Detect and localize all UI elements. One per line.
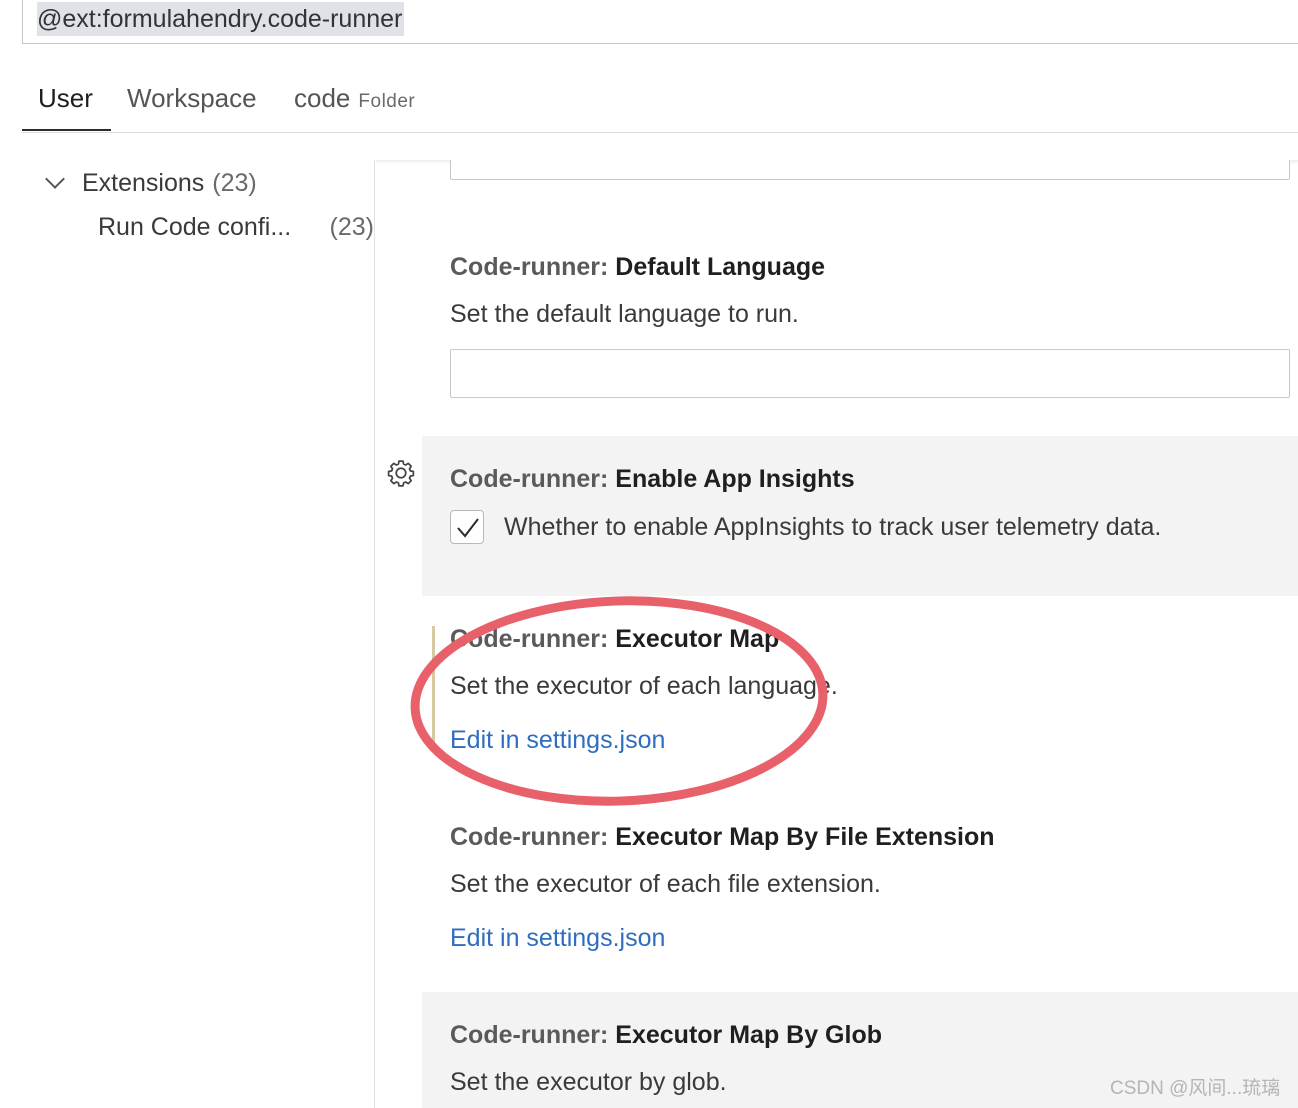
enable-app-insights-checkbox[interactable] (450, 510, 484, 544)
setting-previous-partial (422, 160, 1298, 190)
tab-workspace[interactable]: Workspace (127, 80, 257, 116)
setting-description: Set the executor of each language. (450, 672, 838, 700)
toc-item-label: Run Code confi... (98, 213, 292, 241)
setting-title: Code-runner: Executor Map (450, 622, 779, 656)
setting-executor-map: Code-runner: Executor Map Set the execut… (422, 606, 1298, 796)
toc-group-count: (23) (212, 169, 257, 197)
tab-folder-label: code (294, 83, 351, 113)
setting-category: Code-runner: (450, 625, 609, 653)
settings-search-input[interactable]: @ext:formulahendry.code-runner (22, 0, 1298, 44)
settings-editor: @ext:formulahendry.code-runner User Work… (0, 0, 1298, 1108)
setting-title: Code-runner: Executor Map By File Extens… (450, 820, 995, 854)
active-tab-underline (22, 129, 111, 131)
previous-setting-input[interactable] (450, 160, 1290, 180)
setting-title: Code-runner: Default Language (450, 250, 825, 284)
setting-description: Set the executor by glob. (450, 1068, 727, 1096)
setting-default-language: Code-runner: Default Language Set the de… (422, 236, 1298, 426)
search-query-text: @ext:formulahendry.code-runner (37, 2, 405, 36)
toc-group-extensions[interactable]: Extensions (23) (45, 166, 257, 200)
setting-name: Executor Map (615, 625, 780, 653)
chevron-down-icon (45, 169, 65, 189)
setting-category: Code-runner: (450, 1021, 609, 1049)
setting-name: Default Language (615, 253, 826, 281)
setting-description: Set the executor of each file extension. (450, 870, 881, 898)
tab-folder-code[interactable]: code Folder (294, 80, 415, 120)
setting-title: Code-runner: Enable App Insights (450, 462, 855, 496)
toc-item-run-code-configuration[interactable]: Run Code confi... (23) (98, 210, 374, 244)
gear-icon[interactable] (386, 458, 416, 488)
settings-list[interactable]: Code-runner: Default Language Set the de… (376, 160, 1298, 1108)
tab-folder-sublabel: Folder (358, 91, 416, 112)
setting-title: Code-runner: Executor Map By Glob (450, 1018, 882, 1052)
toc-divider (374, 160, 375, 1108)
setting-name: Enable App Insights (615, 465, 855, 493)
edit-in-settings-json-link[interactable]: Edit in settings.json (450, 921, 665, 955)
checkbox-label: Whether to enable AppInsights to track u… (504, 513, 1162, 541)
tab-user[interactable]: User (38, 80, 93, 116)
settings-toc: Extensions (23) Run Code confi... (23) (22, 160, 374, 1108)
toc-item-count: (23) (329, 213, 374, 241)
toc-group-label: Extensions (82, 169, 205, 197)
setting-description: Set the default language to run. (450, 300, 799, 328)
setting-name: Executor Map By File Extension (615, 823, 995, 851)
modified-indicator (432, 626, 435, 748)
setting-category: Code-runner: (450, 465, 609, 493)
edit-in-settings-json-link[interactable]: Edit in settings.json (450, 723, 665, 757)
setting-executor-map-by-file-extension: Code-runner: Executor Map By File Extens… (422, 804, 1298, 994)
settings-scope-tabs: User Workspace code Folder (22, 70, 1298, 133)
default-language-input[interactable] (450, 349, 1290, 398)
checkmark-icon (457, 518, 479, 538)
setting-category: Code-runner: (450, 253, 609, 281)
setting-enable-app-insights: Code-runner: Enable App Insights Whether… (422, 436, 1298, 596)
gear-icon-svg (387, 460, 415, 487)
watermark: CSDN @风间...琉璃 (1110, 1078, 1281, 1099)
setting-name: Executor Map By Glob (615, 1021, 882, 1049)
setting-category: Code-runner: (450, 823, 609, 851)
